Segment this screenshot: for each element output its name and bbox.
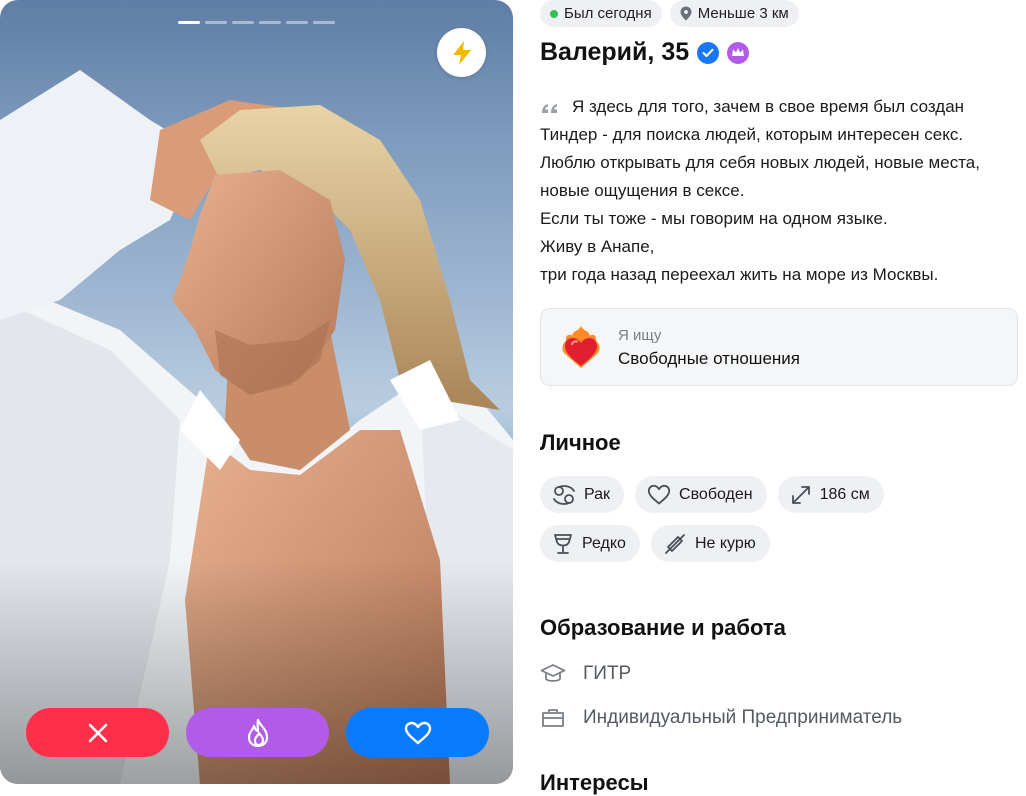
photo-progress-segment — [286, 21, 308, 24]
personal-tags-row: Редко Не курю — [540, 525, 770, 562]
heart-on-fire-icon — [562, 326, 600, 368]
verified-badge-icon[interactable] — [697, 41, 720, 64]
work-row: Индивидуальный Предприниматель — [540, 707, 902, 729]
photo-progress-segment — [259, 21, 281, 24]
profile-photo-card[interactable] — [0, 0, 513, 784]
looking-for-card: Я ищу Свободные отношения — [540, 308, 1018, 386]
like-button[interactable] — [346, 708, 489, 757]
bio-line: Люблю открывать для себя новых людей, но… — [540, 153, 980, 172]
tag-zodiac: Рак — [540, 476, 625, 513]
education-text: ГИТР — [583, 663, 632, 684]
status-chips: Был сегодня Меньше 3 км — [540, 0, 799, 27]
work-text: Индивидуальный Предприниматель — [583, 707, 903, 728]
tag-relationship: Свободен — [635, 476, 767, 513]
bio: Я здесь для того, зачем в свое время был… — [540, 93, 1020, 289]
name-row: Валерий, 35 — [540, 38, 750, 67]
online-dot-icon — [550, 9, 558, 18]
superlike-button[interactable] — [186, 708, 329, 757]
quote-icon — [542, 103, 557, 113]
bio-line: Если ты тоже - мы говорим на одном языке… — [540, 209, 888, 228]
lightning-icon — [452, 40, 471, 65]
distance-chip: Меньше 3 км — [669, 0, 799, 27]
boost-button[interactable] — [437, 28, 486, 77]
tag-label: Свободен — [679, 485, 753, 503]
tag-alcohol: Редко — [540, 525, 640, 562]
photo-progress-segment — [205, 21, 227, 24]
online-status-text: Был сегодня — [564, 5, 652, 22]
tag-label: 186 см — [819, 485, 870, 503]
profile-photo — [0, 70, 513, 784]
education-work-section-title: Образование и работа — [540, 615, 786, 640]
interests-section-title: Интересы — [540, 770, 649, 795]
bio-line: три года назад переехал жить на море из … — [540, 265, 939, 284]
tag-label: Не курю — [694, 534, 756, 552]
location-pin-icon — [680, 6, 692, 21]
online-status-chip: Был сегодня — [540, 0, 662, 27]
tag-label: Редко — [582, 534, 626, 552]
close-icon — [88, 723, 107, 742]
briefcase-icon — [542, 709, 564, 727]
tag-height: 186 см — [777, 476, 884, 513]
distance-text: Меньше 3 км — [697, 5, 789, 22]
flame-icon — [247, 718, 268, 747]
heart-outline-icon — [647, 484, 671, 505]
premium-crown-icon[interactable] — [727, 41, 750, 64]
photo-progress — [178, 21, 335, 24]
photo-progress-segment — [313, 21, 335, 24]
photo-progress-segment-active — [178, 21, 200, 24]
tag-label: Рак — [584, 485, 611, 503]
looking-for-value: Свободные отношения — [618, 349, 800, 368]
personal-section-title: Личное — [540, 430, 621, 455]
looking-for-label: Я ищу — [618, 327, 662, 344]
bio-line: новые ощущения в сексе. — [540, 181, 745, 200]
profile-name-age: Валерий, 35 — [540, 38, 690, 66]
bio-line: Тиндер - для поиска людей, которым интер… — [540, 125, 964, 144]
heart-icon — [404, 721, 431, 744]
dislike-button[interactable] — [26, 708, 169, 757]
cancer-zodiac-icon — [553, 484, 575, 505]
photo-progress-segment — [232, 21, 254, 24]
bio-line: Живу в Анапе, — [540, 237, 655, 256]
wine-glass-icon — [554, 533, 572, 554]
bio-line-text: Я здесь для того, зачем в свое время был… — [572, 97, 965, 116]
education-row: ГИТР — [540, 663, 631, 685]
height-expand-icon — [791, 485, 810, 504]
no-smoking-icon — [665, 533, 685, 554]
personal-tags-row: Рак Свободен 186 см — [540, 476, 884, 513]
action-bar — [26, 708, 489, 757]
bio-line: Я здесь для того, зачем в свое время был… — [540, 93, 1020, 121]
graduation-cap-icon — [540, 664, 566, 682]
tag-smoking: Не курю — [650, 525, 770, 562]
